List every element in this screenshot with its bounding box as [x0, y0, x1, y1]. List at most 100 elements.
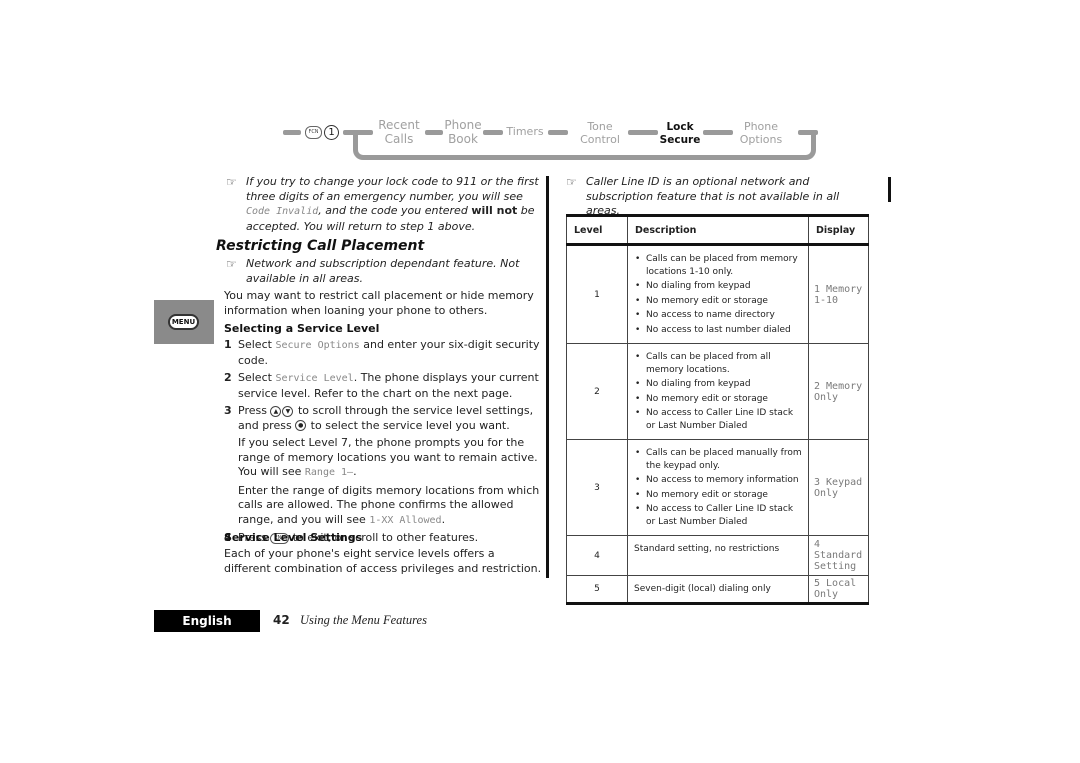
row-level: 1 — [566, 244, 628, 344]
step-2: 2 Select Service Level. The phone displa… — [224, 371, 544, 401]
nav-item-line1: Recent — [378, 118, 420, 132]
note-text-part: If you try to change your lock code to 9… — [246, 175, 539, 203]
paragraph-text: . — [441, 512, 446, 526]
table-row: 3 Calls can be placed manually from the … — [566, 439, 869, 536]
lcd-text-service-level: Service Level — [275, 373, 354, 384]
nav-item-line1: Phone — [743, 120, 779, 133]
service-level-table: Level Description Display 1 Calls can be… — [566, 214, 869, 605]
nav-item-recent-calls: Recent Calls — [377, 118, 421, 146]
lcd-display-text: Setting — [814, 561, 857, 572]
header-level: Level — [566, 214, 628, 246]
row-display: 3 Keypad Only — [808, 439, 869, 536]
row-display: 4 Standard Setting — [808, 535, 869, 576]
range-paragraph: Enter the range of digits memory locatio… — [224, 484, 544, 529]
scroll-up-key-icon: ▲ — [270, 405, 282, 417]
subheading-service-level-settings: Service Level Settings — [224, 531, 363, 544]
bullet-item: No memory edit or storage — [635, 393, 804, 406]
lcd-display-text: 3 Keypad Only — [814, 476, 863, 499]
nav-item-line1: Lock — [666, 121, 694, 133]
step-text: Press — [238, 404, 271, 417]
section-title: Using the Menu Features — [300, 613, 427, 627]
bullet-item: No access to last number dialed — [635, 324, 804, 337]
row-description: Standard setting, no restrictions — [627, 535, 809, 576]
step-number: 3 — [224, 404, 232, 417]
fcn-key-icon: FCN — [305, 126, 322, 139]
one-key-icon: 1 — [324, 125, 339, 140]
bullet-item: Calls can be placed from memory location… — [635, 253, 804, 278]
table-row: 2 Calls can be placed from all memory lo… — [566, 343, 869, 440]
nav-item-phone-options: Phone Options — [735, 120, 787, 146]
step-number: 1 — [224, 338, 232, 351]
nav-connector — [798, 130, 818, 135]
menu-key-box: MENU — [154, 300, 214, 344]
nav-item-timers: Timers — [505, 125, 545, 138]
bullet-item: No memory edit or storage — [635, 489, 804, 502]
lcd-text-secure-options: Secure Options — [275, 340, 360, 351]
lcd-text-range: Range 1— — [304, 467, 354, 478]
language-tab: English — [154, 610, 260, 632]
table-row: 4 Standard setting, no restrictions 4 St… — [566, 535, 869, 576]
subheading-selecting-service-level: Selecting a Service Level — [224, 322, 380, 335]
lcd-display-text: 2 Memory Only — [814, 380, 863, 403]
nav-item-line2: Calls — [384, 132, 414, 146]
nav-item-tone-control: Tone Control — [575, 120, 625, 146]
menu-key-icon: MENU — [168, 314, 199, 330]
nav-item-phone-book: Phone Book — [444, 118, 482, 146]
paragraph-text: . — [353, 465, 357, 478]
bullet-item: Calls can be placed from all memory loca… — [635, 351, 804, 376]
scroll-down-key-icon: ▼ — [282, 405, 294, 417]
margin-marker — [888, 177, 891, 202]
nav-item-line2: Book — [448, 132, 478, 146]
row-level: 2 — [566, 343, 628, 440]
page-number: 42 — [273, 613, 290, 627]
step-3: 3 Press ▲ ▼ to scroll through the service… — [224, 404, 544, 433]
lcd-display-text: 1 Memory 1-10 — [814, 283, 863, 306]
note-text: Network and subscription dependant featu… — [246, 257, 520, 285]
steps-list: 1 Select Secure Options and enter your s… — [224, 338, 544, 549]
nav-item-line1: Timers — [506, 125, 544, 138]
nav-item-lock-secure: Lock Secure — [658, 121, 702, 147]
table-row: 1 Calls can be placed from memory locati… — [566, 244, 869, 344]
settings-paragraph: Each of your phone's eight service level… — [224, 547, 542, 575]
lock-code-note: ☞ If you try to change your lock code to… — [226, 175, 542, 234]
row-display: 2 Memory Only — [808, 343, 869, 440]
network-note: ☞ Network and subscription dependant fea… — [226, 257, 542, 286]
step-text: Select — [238, 371, 276, 384]
row-display: 1 Memory 1-10 — [808, 244, 869, 344]
nav-connector — [343, 130, 373, 135]
note-bold-text: will not — [471, 204, 518, 217]
select-key-icon: ● — [295, 420, 307, 431]
column-divider — [546, 176, 549, 578]
table-header-row: Level Description Display — [566, 214, 869, 246]
row-level: 4 — [566, 535, 628, 576]
paragraph-text: If you select Level 7, the phone prompts… — [238, 436, 538, 478]
bullet-item: Calls can be placed manually from the ke… — [635, 447, 804, 472]
nav-connector — [548, 130, 568, 135]
nav-connector — [628, 130, 658, 135]
step-text: Select — [238, 338, 276, 351]
nav-connector — [425, 130, 443, 135]
row-level: 3 — [566, 439, 628, 536]
nav-item-line2: Options — [739, 133, 783, 146]
header-description: Description — [627, 214, 809, 246]
lcd-display-text: 4 Standard — [814, 539, 863, 561]
nav-connector — [703, 130, 733, 135]
bullet-item: No access to memory information — [635, 474, 804, 487]
pointing-hand-icon: ☞ — [566, 175, 577, 189]
nav-item-line2: Secure — [659, 134, 701, 146]
note-text: Caller Line ID is an optional network an… — [586, 175, 840, 217]
row-display: 5 Local Only — [808, 575, 869, 605]
table-row: 5 Seven-digit (local) dialing only 5 Loc… — [566, 575, 869, 605]
lcd-text-allowed: 1-XX Allowed — [369, 514, 442, 526]
note-text: If you try to change your lock code to 9… — [246, 175, 542, 234]
menu-navigation-diagram: FCN 1 Recent Calls Phone Book Timers Ton… — [283, 118, 823, 168]
caller-id-note: ☞ Caller Line ID is an optional network … — [566, 175, 866, 219]
row-description: Calls can be placed manually from the ke… — [627, 439, 809, 536]
bullet-item: No access to Caller Line ID stack or Las… — [635, 503, 804, 528]
pointing-hand-icon: ☞ — [226, 175, 237, 189]
nav-connector — [283, 130, 301, 135]
intro-paragraph: You may want to restrict call placement … — [224, 289, 534, 317]
row-description: Calls can be placed from memory location… — [627, 244, 809, 344]
lcd-display-text: 5 Local Only — [814, 578, 857, 600]
row-level: 5 — [566, 575, 628, 605]
